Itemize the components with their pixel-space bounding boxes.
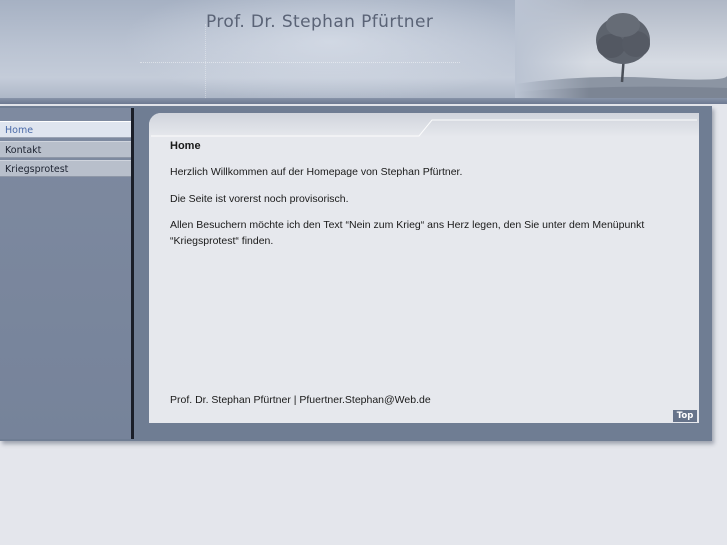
- header-decoration-line: [140, 62, 460, 63]
- header-base-strip: [0, 98, 727, 104]
- nav-item-home[interactable]: Home: [0, 121, 131, 138]
- recommendation-paragraph-continued: “Kriegsprotest“ finden.: [170, 235, 274, 247]
- header-decoration-line-vertical: [205, 24, 206, 102]
- top-button[interactable]: Top: [673, 410, 697, 422]
- welcome-paragraph: Herzlich Willkommen auf der Homepage von…: [170, 166, 463, 178]
- site-title: Prof. Dr. Stephan Pfürtner: [206, 12, 434, 32]
- provisional-paragraph: Die Seite ist vorerst noch provisorisch.: [170, 193, 349, 205]
- nav-item-kontakt[interactable]: Kontakt: [0, 141, 131, 158]
- page-heading: Home: [170, 140, 201, 152]
- footer-contact[interactable]: Prof. Dr. Stephan Pfürtner | Pfuertner.S…: [170, 394, 431, 406]
- nav-item-kriegsprotest[interactable]: Kriegsprotest: [0, 160, 131, 177]
- recommendation-paragraph: Allen Besuchern möchte ich den Text “Nei…: [170, 219, 645, 231]
- content-accent-line: [151, 119, 697, 137]
- content-panel: [149, 113, 699, 423]
- tree-landscape-image: [515, 0, 727, 104]
- site-header: Prof. Dr. Stephan Pfürtner: [0, 0, 727, 104]
